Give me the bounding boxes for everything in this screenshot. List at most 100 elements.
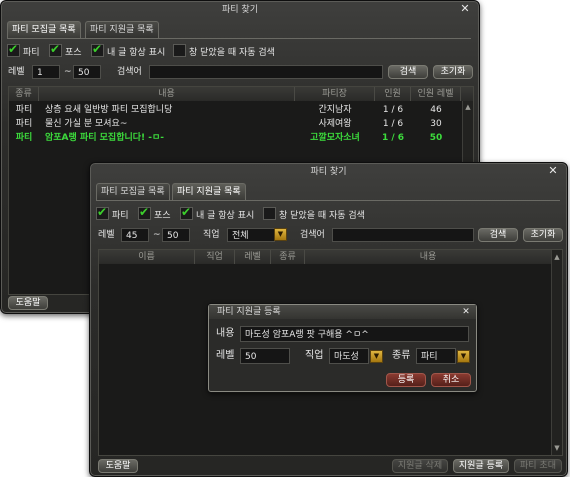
cell-content: 상층 요새 일반방 파티 모집합니당 bbox=[45, 105, 173, 115]
check-icon bbox=[180, 205, 193, 220]
check-icon bbox=[49, 42, 62, 57]
filter-party-label: 파티 bbox=[23, 48, 40, 58]
class-label: 직업 bbox=[305, 350, 324, 361]
col-members[interactable]: 인원 bbox=[375, 87, 411, 101]
check-icon bbox=[96, 205, 109, 220]
register-application-button[interactable]: 지원글 등록 bbox=[453, 459, 509, 473]
col-name[interactable]: 이름 bbox=[99, 250, 195, 264]
level-min-input[interactable]: 45 bbox=[121, 228, 149, 242]
col-content[interactable]: 내용 bbox=[39, 87, 295, 101]
chevron-down-icon[interactable]: ▼ bbox=[457, 350, 470, 363]
col-level[interactable]: 인원 레벨 bbox=[411, 87, 461, 101]
filter-force-label: 포스 bbox=[65, 48, 82, 58]
close-icon[interactable]: ✕ bbox=[547, 165, 559, 177]
cell-leader: 사제여왕 bbox=[318, 119, 352, 129]
cell-level: 30 bbox=[430, 119, 442, 129]
reset-button[interactable]: 초기화 bbox=[433, 65, 473, 79]
apply-scrollbar[interactable]: ▲ ▼ bbox=[551, 250, 562, 455]
ok-register-button[interactable]: 등록 bbox=[386, 373, 426, 387]
checkbox-empty bbox=[263, 207, 276, 220]
search-input[interactable] bbox=[149, 65, 383, 79]
filter-party-checkbox[interactable]: 파티 bbox=[7, 42, 40, 58]
search-button[interactable]: 검색 bbox=[388, 65, 428, 79]
level-tilde: ~ bbox=[64, 67, 72, 77]
content-label: 내용 bbox=[216, 328, 235, 339]
cell-members: 1 / 6 bbox=[381, 133, 405, 143]
search-label: 검색어 bbox=[300, 230, 325, 240]
scroll-down-icon[interactable]: ▼ bbox=[553, 444, 561, 452]
level-max-input[interactable]: 50 bbox=[73, 65, 101, 79]
cancel-button[interactable]: 취소 bbox=[431, 373, 471, 387]
level-tilde: ~ bbox=[153, 230, 161, 240]
close-icon[interactable]: ✕ bbox=[460, 306, 472, 318]
tab-apply-list[interactable]: 파티 지원글 목록 bbox=[85, 21, 159, 38]
cell-level: 50 bbox=[429, 133, 443, 143]
level-max-input[interactable]: 50 bbox=[162, 228, 190, 242]
filter-force-checkbox[interactable]: 포스 bbox=[138, 205, 171, 221]
level-label: 레벨 bbox=[98, 230, 115, 240]
table-header: 이름 직업 레벨 종류 내용 bbox=[99, 250, 562, 264]
tab-apply-list[interactable]: 파티 지원글 목록 bbox=[172, 183, 246, 200]
search-input[interactable] bbox=[332, 228, 474, 242]
filter-force-label: 포스 bbox=[154, 211, 171, 221]
type-select[interactable]: 파티 bbox=[416, 348, 456, 364]
cell-leader: 간지남자 bbox=[318, 105, 352, 115]
window-title: 파티 찾기 bbox=[310, 167, 347, 177]
class-select[interactable]: 전체 bbox=[227, 228, 275, 242]
window-title: 파티 찾기 bbox=[222, 5, 258, 15]
cell-type: 파티 bbox=[15, 133, 33, 143]
party-apply-window: 파티 찾기 ✕ 파티 모집글 목록 파티 지원글 목록 파티 포스 내 글 항상… bbox=[89, 162, 568, 477]
filter-party-label: 파티 bbox=[112, 211, 129, 221]
chevron-down-icon[interactable]: ▼ bbox=[370, 350, 383, 363]
always-show-mine-checkbox[interactable]: 내 글 항상 표시 bbox=[91, 42, 165, 58]
col-type[interactable]: 종류 bbox=[271, 250, 305, 264]
always-show-mine-checkbox[interactable]: 내 글 항상 표시 bbox=[180, 205, 254, 221]
cell-leader: 고깔모자소녀 bbox=[310, 133, 360, 143]
col-leader[interactable]: 파티장 bbox=[295, 87, 375, 101]
auto-search-label: 창 닫았을 때 자동 검색 bbox=[279, 211, 365, 221]
invite-to-party-button[interactable]: 파티 초대 bbox=[514, 459, 562, 473]
table-row[interactable]: 파티 상층 요새 일반방 파티 모집합니당 간지남자 1 / 6 46 bbox=[9, 104, 461, 116]
table-row[interactable]: 파티 암포A랭 파티 모집합니다! -ㅁ- 고깔모자소녀 1 / 6 50 bbox=[9, 132, 461, 144]
scroll-up-icon[interactable]: ▲ bbox=[464, 103, 472, 111]
col-type[interactable]: 종류 bbox=[9, 87, 39, 101]
filter-force-checkbox[interactable]: 포스 bbox=[49, 42, 82, 58]
col-class[interactable]: 직업 bbox=[195, 250, 235, 264]
check-icon bbox=[7, 42, 20, 57]
cell-content: 물신 가실 분 모셔요~ bbox=[45, 119, 128, 129]
auto-search-label: 창 닫았을 때 자동 검색 bbox=[189, 48, 275, 58]
cell-members: 1 / 6 bbox=[382, 105, 404, 115]
level-min-input[interactable]: 1 bbox=[32, 65, 60, 79]
tab-divider bbox=[7, 38, 471, 39]
tab-recruit-list[interactable]: 파티 모집글 목록 bbox=[7, 21, 81, 38]
table-row[interactable]: 파티 물신 가실 분 모셔요~ 사제여왕 1 / 6 30 bbox=[9, 118, 461, 130]
col-level[interactable]: 레벨 bbox=[235, 250, 271, 264]
table-header: 종류 내용 파티장 인원 인원 레벨 bbox=[9, 87, 473, 101]
reset-button[interactable]: 초기화 bbox=[523, 228, 563, 242]
type-label: 종류 bbox=[392, 350, 411, 361]
auto-search-checkbox[interactable]: 창 닫았을 때 자동 검색 bbox=[263, 207, 365, 221]
level-input[interactable]: 50 bbox=[240, 348, 290, 364]
cell-members: 1 / 6 bbox=[382, 119, 404, 129]
filter-party-checkbox[interactable]: 파티 bbox=[96, 205, 129, 221]
checkbox-empty bbox=[173, 44, 186, 57]
cell-type: 파티 bbox=[15, 119, 33, 129]
col-content[interactable]: 내용 bbox=[305, 250, 551, 264]
tab-divider bbox=[96, 200, 560, 201]
dialog-title: 파티 지원글 등록 bbox=[209, 305, 476, 319]
content-input[interactable]: 마도성 암포A랭 팟 구해용 ^ㅁ^ bbox=[240, 326, 469, 342]
auto-search-checkbox[interactable]: 창 닫았을 때 자동 검색 bbox=[173, 44, 275, 58]
cell-level: 46 bbox=[430, 105, 442, 115]
class-label: 직업 bbox=[203, 230, 220, 240]
help-button[interactable]: 도움말 bbox=[98, 459, 138, 473]
search-button[interactable]: 검색 bbox=[478, 228, 518, 242]
tab-recruit-list[interactable]: 파티 모집글 목록 bbox=[96, 183, 170, 200]
level-label: 레벨 bbox=[216, 350, 235, 361]
help-button[interactable]: 도움말 bbox=[8, 296, 48, 310]
delete-application-button[interactable]: 지원글 삭제 bbox=[392, 459, 448, 473]
chevron-down-icon[interactable]: ▼ bbox=[274, 228, 287, 241]
scroll-up-icon[interactable]: ▲ bbox=[553, 253, 561, 261]
close-icon[interactable]: ✕ bbox=[459, 3, 471, 15]
search-label: 검색어 bbox=[117, 67, 142, 77]
class-select[interactable]: 마도성 bbox=[329, 348, 369, 364]
